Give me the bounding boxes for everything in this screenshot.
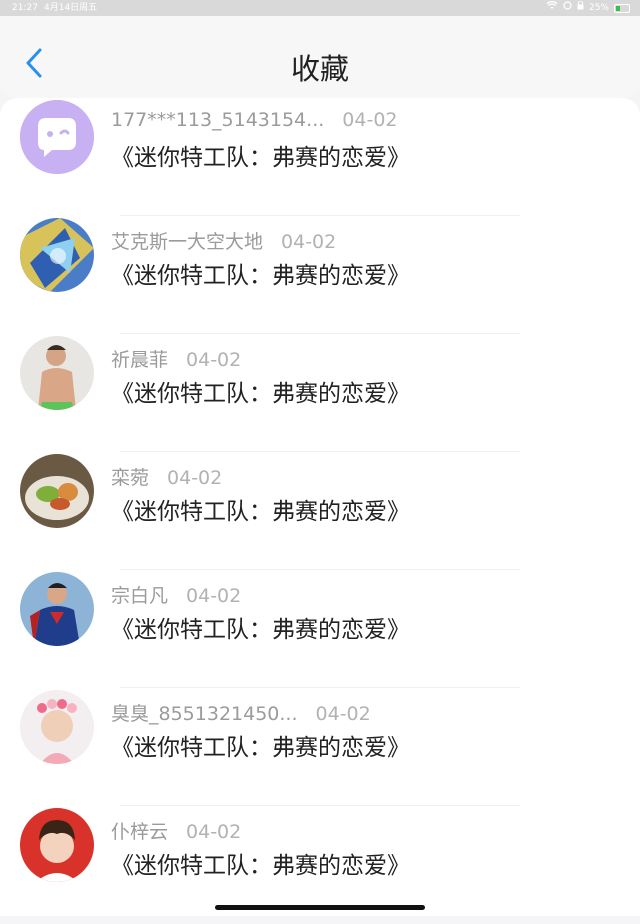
- username: 栾菀: [111, 467, 150, 489]
- username: 仆梓云: [111, 821, 169, 843]
- status-bar: 21:27 4月14日周五 25%: [0, 0, 640, 16]
- header: 收藏: [0, 16, 640, 98]
- status-right: 25%: [546, 0, 630, 16]
- page-title: 收藏: [290, 52, 349, 86]
- list-item[interactable]: 艾克斯一大空大地 04-02 《迷你特工队：弗赛的恋爱》: [0, 216, 640, 334]
- avatar-hero-icon: [20, 572, 94, 646]
- username: 祈晨菲: [111, 349, 169, 371]
- avatar-boy-icon: [20, 808, 94, 882]
- status-time: 21:27: [12, 3, 38, 13]
- battery-percent: 25%: [588, 3, 609, 13]
- item-date: 04-02: [281, 231, 337, 253]
- item-meta: 臭臭_8551321450... 04-02: [111, 699, 371, 726]
- list-item[interactable]: 宗白凡 04-02 《迷你特工队：弗赛的恋爱》: [0, 570, 640, 688]
- list-item[interactable]: 177***113_5143154... 04-02 《迷你特工队：弗赛的恋爱》: [0, 98, 640, 216]
- item-date: 04-02: [186, 349, 242, 371]
- item-title: 《迷你特工队：弗赛的恋爱》: [111, 499, 410, 525]
- item-date: 04-02: [315, 703, 371, 725]
- favorites-list: 177***113_5143154... 04-02 《迷你特工队：弗赛的恋爱》 …: [0, 98, 640, 916]
- item-date: 04-02: [167, 467, 223, 489]
- location-icon: [563, 0, 572, 16]
- item-title: 《迷你特工队：弗赛的恋爱》: [111, 145, 410, 171]
- avatar-anime-icon: [20, 218, 94, 292]
- item-meta: 宗白凡 04-02: [111, 581, 241, 608]
- item-meta: 艾克斯一大空大地 04-02: [111, 227, 336, 254]
- item-title: 《迷你特工队：弗赛的恋爱》: [111, 617, 410, 643]
- item-title: 《迷你特工队：弗赛的恋爱》: [111, 381, 410, 407]
- item-title: 《迷你特工队：弗赛的恋爱》: [111, 735, 410, 761]
- list-item[interactable]: 栾菀 04-02 《迷你特工队：弗赛的恋爱》: [0, 452, 640, 570]
- item-meta: 仆梓云 04-02: [111, 817, 241, 844]
- item-meta: 祈晨菲 04-02: [111, 345, 241, 372]
- list-item[interactable]: 祈晨菲 04-02 《迷你特工队：弗赛的恋爱》: [0, 334, 640, 452]
- username: 177***113_5143154...: [111, 109, 325, 131]
- item-meta: 栾菀 04-02: [111, 463, 222, 490]
- username: 艾克斯一大空大地: [111, 231, 264, 253]
- item-title: 《迷你特工队：弗赛的恋爱》: [111, 853, 410, 879]
- list-item[interactable]: 臭臭_8551321450... 04-02 《迷你特工队：弗赛的恋爱》: [0, 688, 640, 806]
- username: 臭臭_8551321450...: [111, 703, 298, 725]
- avatar-person-icon: [20, 336, 94, 410]
- status-date: 4月14日周五: [44, 3, 98, 13]
- lock-icon: [577, 0, 584, 16]
- battery-icon: [614, 3, 630, 13]
- item-date: 04-02: [186, 585, 242, 607]
- item-meta: 177***113_5143154... 04-02: [111, 109, 398, 131]
- username: 宗白凡: [111, 585, 169, 607]
- home-indicator[interactable]: [215, 905, 425, 910]
- avatar-food-icon: [20, 454, 94, 528]
- item-date: 04-02: [342, 109, 398, 131]
- wifi-icon: [546, 0, 558, 16]
- item-title: 《迷你特工队：弗赛的恋爱》: [111, 263, 410, 289]
- avatar-chat-icon: [20, 100, 94, 174]
- avatar-child-icon: [20, 690, 94, 764]
- item-date: 04-02: [186, 821, 242, 843]
